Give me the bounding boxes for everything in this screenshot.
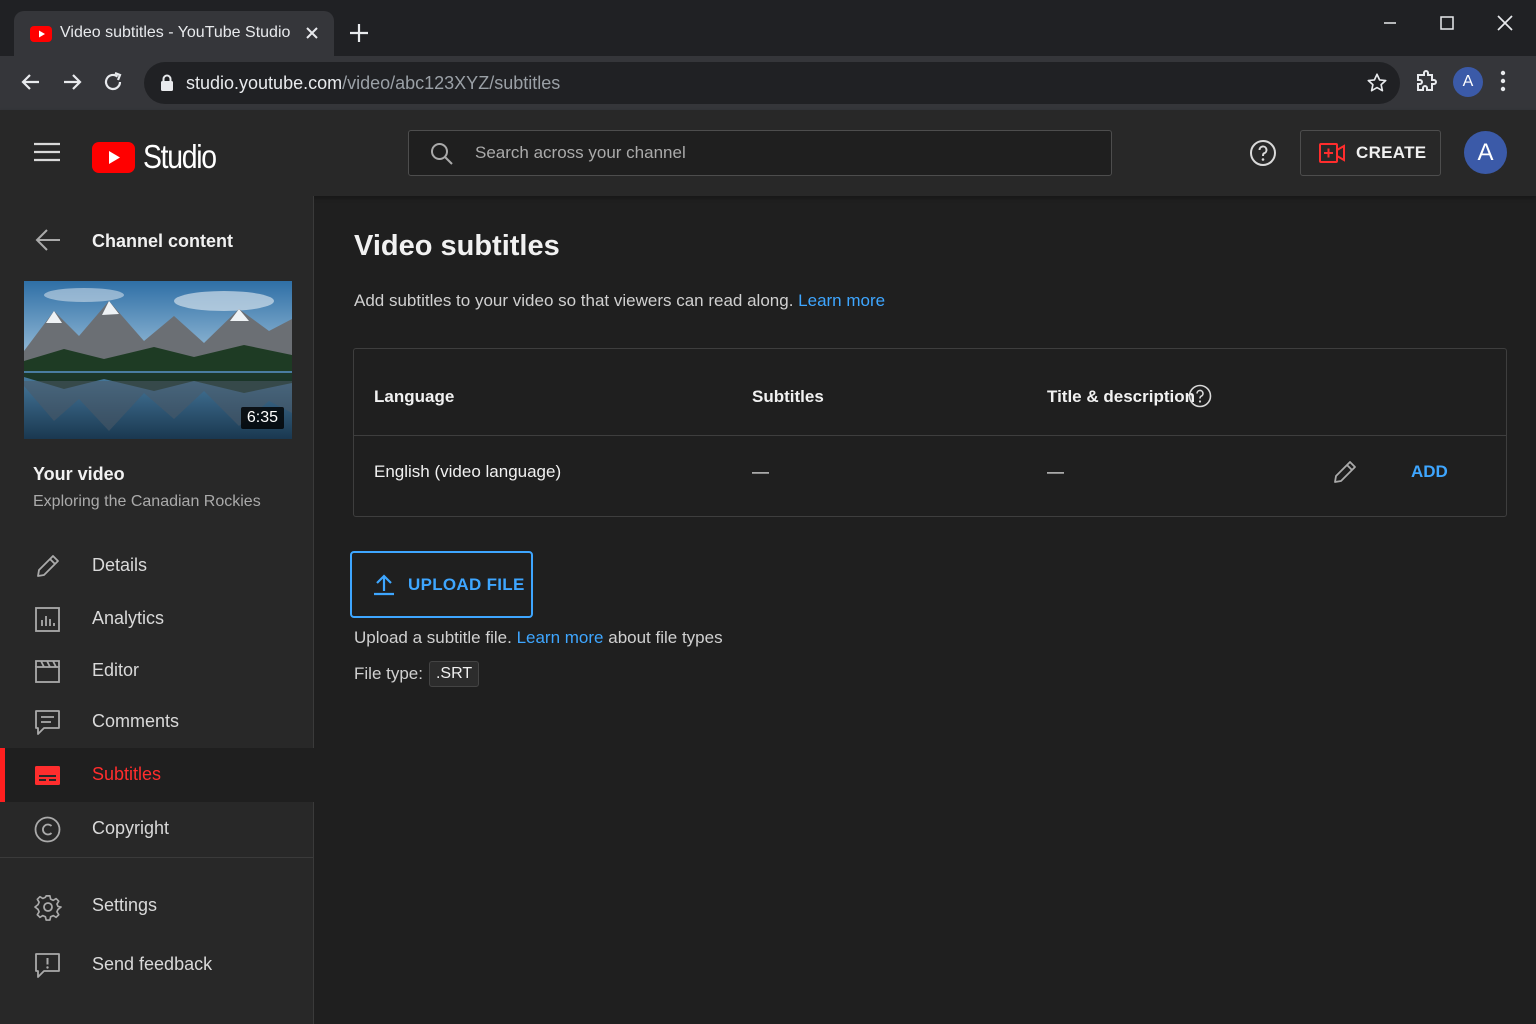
search-input[interactable]: [475, 141, 1075, 165]
row-language: English (video language): [374, 462, 562, 481]
channel-content-label: Channel content: [92, 231, 234, 251]
sidebar-item-label: Subtitles: [92, 764, 162, 784]
table-divider: [354, 435, 1506, 436]
gear-icon: [34, 893, 62, 921]
sidebar-item-analytics[interactable]: Analytics: [0, 592, 314, 646]
bookmark-star-icon[interactable]: [1366, 72, 1388, 94]
sidebar-item-label: Details: [92, 555, 148, 575]
help-icon[interactable]: [1249, 139, 1277, 167]
copyright-icon: [34, 816, 61, 843]
create-label: CREATE: [1356, 143, 1427, 162]
browser-menu-icon[interactable]: [1500, 70, 1506, 92]
url-path: /video/abc123XYZ/subtitles: [342, 73, 561, 93]
account-avatar[interactable]: A: [1464, 131, 1507, 174]
browser-tabbar: Video subtitles - YouTube Studio: [0, 0, 1536, 56]
upload-file-button[interactable]: UPLOAD FILE: [350, 551, 533, 618]
maximize-icon[interactable]: [1438, 14, 1456, 32]
sidebar-item-label: Analytics: [92, 608, 165, 628]
new-tab-icon[interactable]: [348, 22, 370, 44]
sidebar-divider: [0, 857, 314, 858]
address-bar[interactable]: studio.youtube.com/video/abc123XYZ/subti…: [144, 62, 1400, 104]
subtitles-table: Language Subtitles Title & description E…: [353, 348, 1507, 517]
video-title: Exploring the Canadian Rockies: [33, 493, 261, 510]
sidebar: Channel content 6:35 Your video Explorin…: [0, 196, 314, 1024]
sidebar-item-label: Send feedback: [92, 954, 213, 974]
sidebar-item-settings[interactable]: Settings: [0, 879, 314, 933]
sidebar-item-label: Comments: [92, 711, 180, 731]
upload-file-label: UPLOAD FILE: [408, 574, 525, 594]
upload-icon: [372, 573, 396, 597]
studio-logo[interactable]: Studio: [92, 138, 228, 176]
learn-more-link[interactable]: Learn more: [798, 291, 885, 310]
sidebar-item-label: Copyright: [92, 818, 170, 838]
sidebar-item-editor[interactable]: Editor: [0, 644, 314, 698]
comment-icon: [34, 709, 61, 737]
browser-profile-avatar[interactable]: A: [1453, 67, 1483, 97]
search-bar[interactable]: [408, 130, 1112, 176]
hamburger-menu-icon[interactable]: [34, 142, 60, 162]
subtitles-icon: [34, 762, 61, 789]
sidebar-item-comments[interactable]: Comments: [0, 695, 314, 749]
youtube-favicon-icon: [30, 26, 52, 42]
your-video-label: Your video: [33, 464, 125, 484]
file-type-label: File type:: [354, 664, 423, 683]
sidebar-item-label: Settings: [92, 895, 158, 915]
create-video-icon: [1319, 142, 1345, 164]
upload-help-suffix: about file types: [608, 628, 723, 647]
reload-icon[interactable]: [102, 71, 124, 93]
create-button[interactable]: CREATE: [1300, 130, 1441, 176]
clapperboard-icon: [34, 658, 61, 685]
sidebar-item-send-feedback[interactable]: Send feedback: [0, 938, 314, 992]
sidebar-item-copyright[interactable]: Copyright: [0, 802, 314, 856]
sidebar-item-label: Editor: [92, 660, 140, 680]
extensions-icon[interactable]: [1414, 70, 1438, 94]
youtube-logo-icon: [92, 141, 135, 173]
pencil-icon: [34, 553, 61, 580]
file-type-info: File type: .SRT: [354, 661, 480, 687]
url-host: studio.youtube.com: [186, 73, 343, 93]
file-type-chip: .SRT: [428, 661, 480, 687]
row-title-description-status: —: [1047, 462, 1064, 481]
video-thumbnail[interactable]: 6:35: [24, 281, 292, 439]
tab-title: Video subtitles - YouTube Studio: [60, 24, 291, 41]
add-subtitles-button[interactable]: ADD: [1411, 462, 1448, 482]
column-header-language: Language: [374, 387, 455, 406]
search-icon: [429, 141, 455, 167]
close-window-icon[interactable]: [1496, 14, 1514, 32]
feedback-icon: [34, 952, 61, 980]
channel-content-back-link[interactable]: Channel content: [0, 196, 314, 284]
analytics-icon: [34, 606, 61, 633]
column-header-title-description: Title & description: [1047, 387, 1195, 406]
upload-help-prefix: Upload a subtitle file.: [354, 628, 512, 647]
arrow-left-icon: [34, 227, 62, 253]
back-icon[interactable]: [20, 71, 42, 93]
minimize-icon[interactable]: [1381, 14, 1399, 32]
column-header-subtitles: Subtitles: [752, 387, 824, 406]
page-description: Add subtitles to your video so that view…: [354, 291, 885, 311]
page-title: Video subtitles: [354, 230, 560, 262]
upload-help-text: Upload a subtitle file. Learn more about…: [354, 628, 723, 648]
sidebar-item-subtitles[interactable]: Subtitles: [0, 748, 314, 802]
file-types-learn-more-link[interactable]: Learn more: [517, 628, 604, 647]
browser-tab[interactable]: Video subtitles - YouTube Studio: [14, 11, 334, 56]
close-tab-icon[interactable]: [304, 25, 320, 41]
description-text: Add subtitles to your video so that view…: [354, 291, 794, 310]
logo-text: Studio: [143, 138, 217, 175]
edit-pencil-icon[interactable]: [1332, 459, 1358, 485]
help-icon[interactable]: [1188, 384, 1212, 408]
forward-icon[interactable]: [61, 71, 83, 93]
url-text[interactable]: studio.youtube.com/video/abc123XYZ/subti…: [186, 73, 560, 94]
sidebar-item-details[interactable]: Details: [0, 539, 314, 593]
studio-header: Studio CREATE A: [0, 110, 1536, 196]
browser-toolbar: studio.youtube.com/video/abc123XYZ/subti…: [0, 56, 1536, 110]
row-subtitles-status: —: [752, 462, 769, 481]
video-duration: 6:35: [240, 407, 284, 429]
lock-icon[interactable]: [160, 74, 174, 92]
